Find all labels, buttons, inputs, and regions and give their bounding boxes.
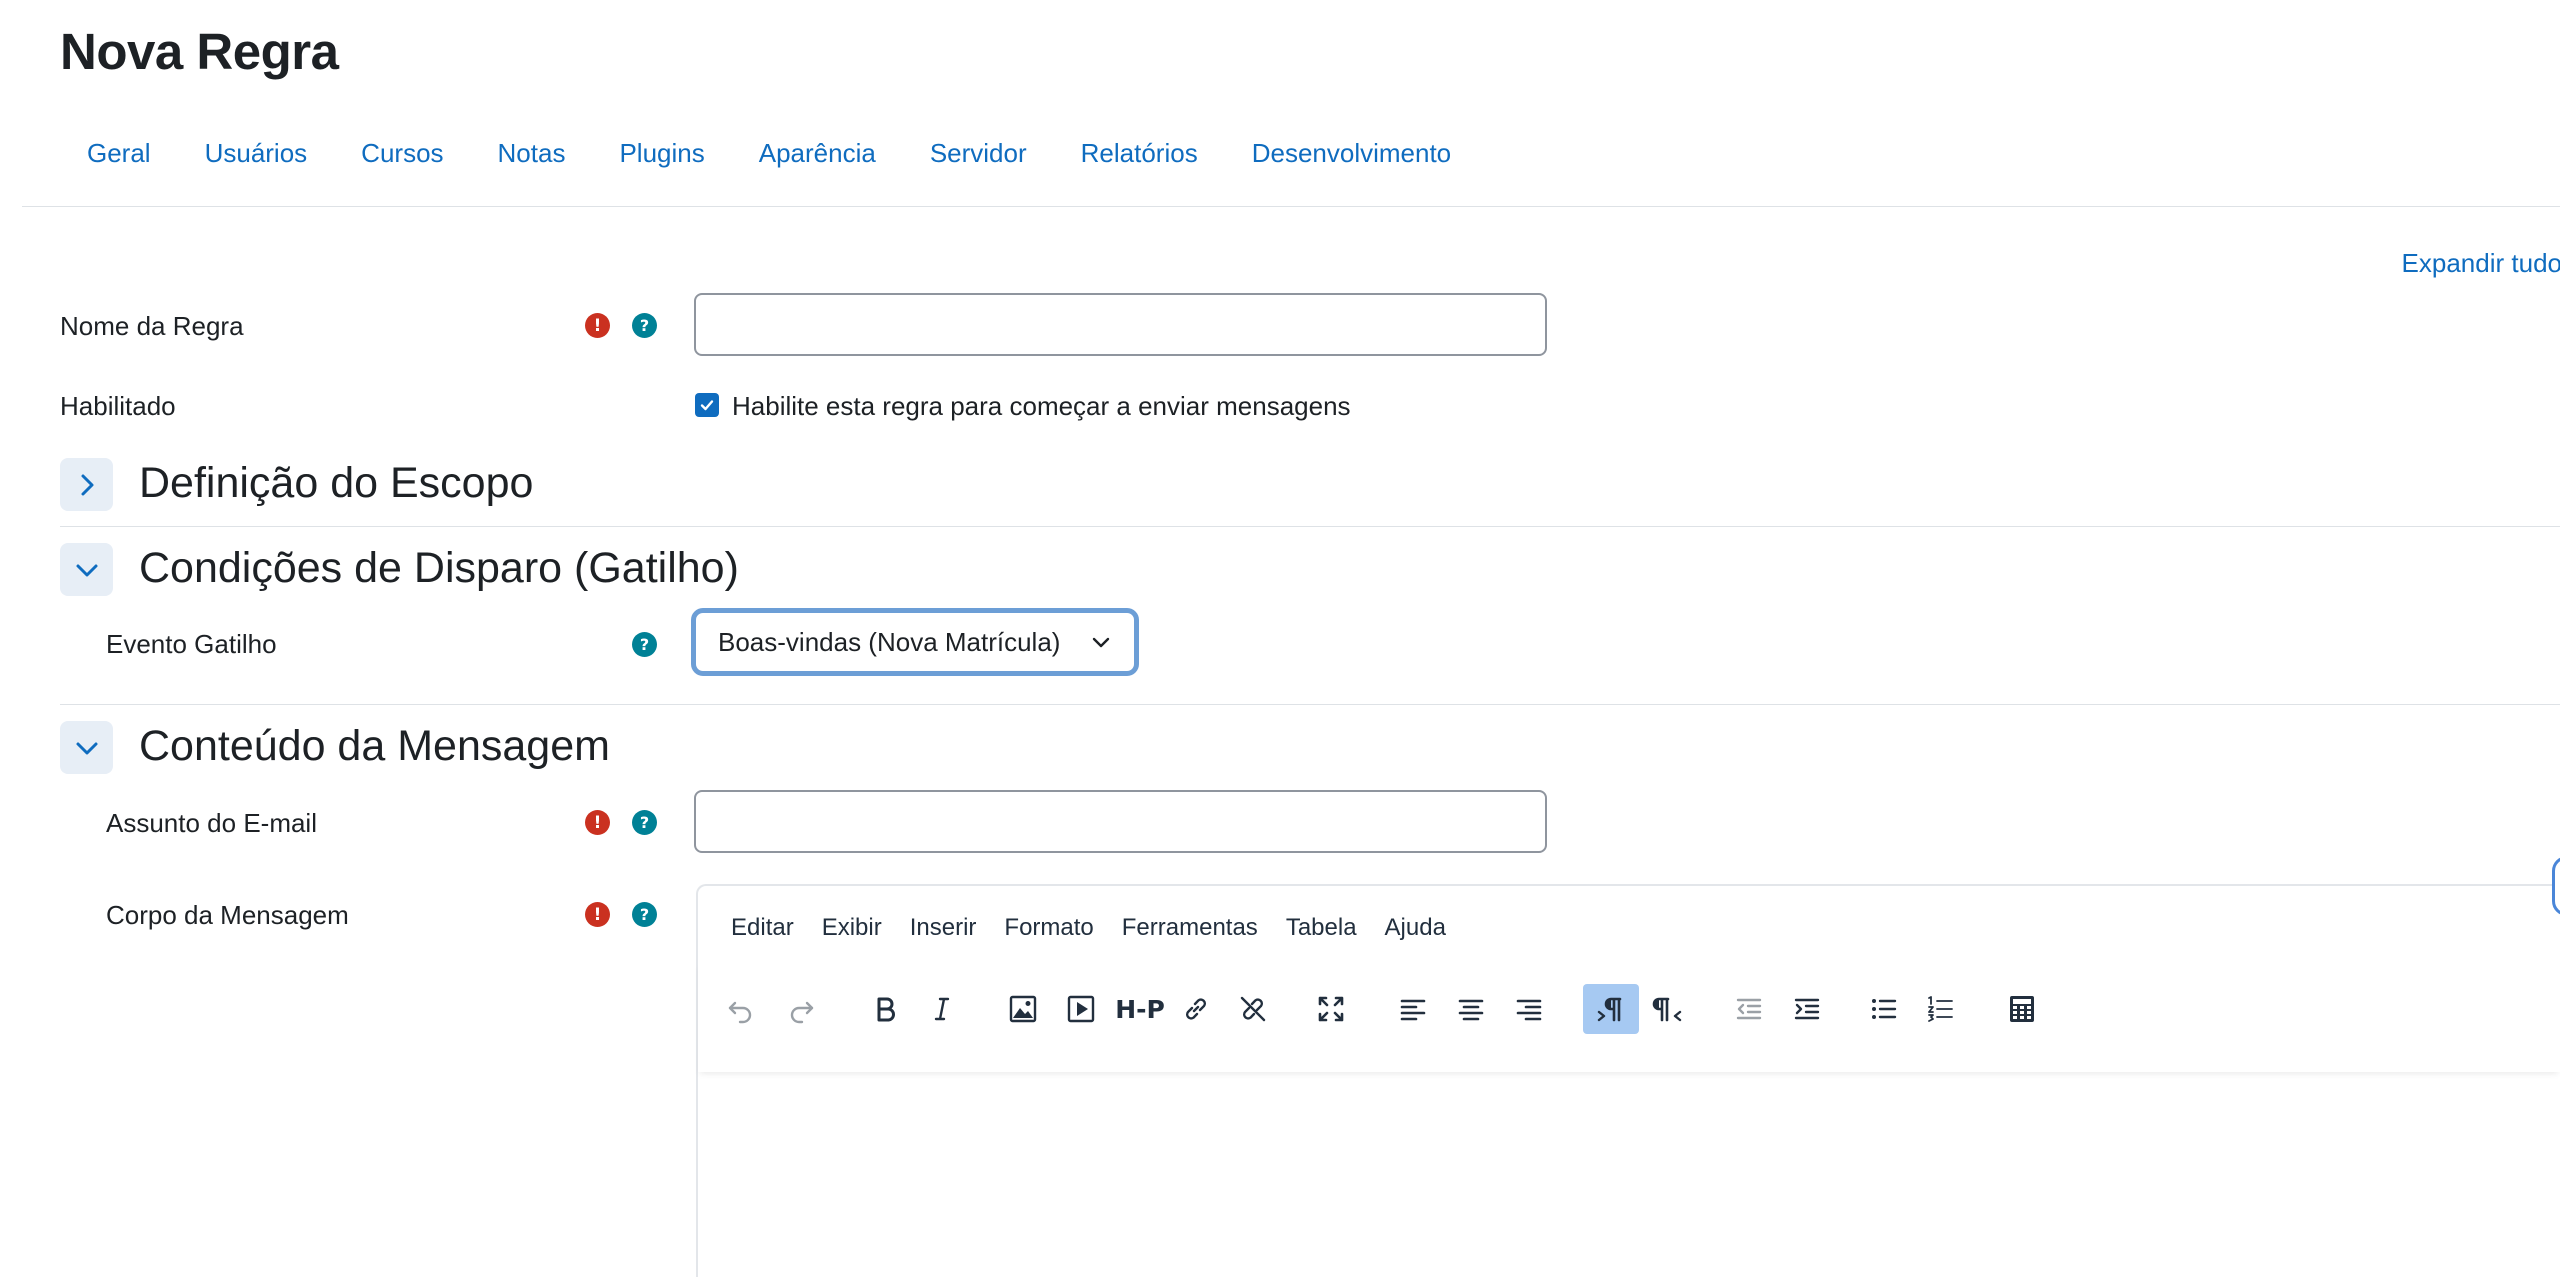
rtl-icon xyxy=(1652,997,1682,1022)
fullscreen-icon xyxy=(1318,996,1344,1022)
image-button[interactable] xyxy=(1002,986,1044,1032)
undo-icon xyxy=(728,1001,752,1024)
required-icon: ! xyxy=(585,902,610,927)
ltr-icon xyxy=(1597,997,1622,1022)
menu-ajuda[interactable]: Ajuda xyxy=(1371,914,1460,942)
trigger-event-select[interactable]: Boas-vindas (Nova Matrícula) xyxy=(691,608,1139,676)
menu-editar[interactable]: Editar xyxy=(698,914,808,942)
h5p-icon: H-P xyxy=(1115,994,1165,1024)
message-section-title[interactable]: Conteúdo da Mensagem xyxy=(139,722,610,771)
required-icon: ! xyxy=(585,313,610,338)
editor-toolbar: H-P xyxy=(698,962,2560,1072)
scope-section-title[interactable]: Definição do Escopo xyxy=(139,459,533,508)
editor-menubar: Editar Exibir Inserir Formato Ferramenta… xyxy=(698,914,1460,942)
ltr-button[interactable] xyxy=(1583,984,1639,1034)
menu-tabela[interactable]: Tabela xyxy=(1272,914,1371,942)
fullscreen-button[interactable] xyxy=(1310,986,1352,1032)
menu-inserir[interactable]: Inserir xyxy=(896,914,991,942)
trigger-section-title[interactable]: Condições de Disparo (Gatilho) xyxy=(139,544,739,593)
trigger-event-label: Evento Gatilho xyxy=(106,629,277,659)
tab-relatorios[interactable]: Relatórios xyxy=(1054,132,1225,180)
menu-formato[interactable]: Formato xyxy=(990,914,1107,942)
bullet-list-icon xyxy=(1872,999,1897,1019)
align-left-button[interactable] xyxy=(1392,986,1434,1032)
unlink-button[interactable] xyxy=(1232,986,1274,1032)
tab-servidor[interactable]: Servidor xyxy=(903,132,1054,180)
italic-icon xyxy=(934,997,950,1021)
nav-divider xyxy=(22,206,2560,207)
scope-section-toggle[interactable] xyxy=(60,458,113,511)
required-icon: ! xyxy=(585,810,610,835)
tab-desenvolvimento[interactable]: Desenvolvimento xyxy=(1225,132,1478,180)
indent-icon xyxy=(1794,998,1820,1020)
rule-name-label: Nome da Regra xyxy=(60,311,244,341)
tab-notas[interactable]: Notas xyxy=(471,132,593,180)
numbered-list-icon xyxy=(1928,996,1953,1022)
editor-content-area[interactable] xyxy=(698,1072,2560,1279)
admin-nav-tabs: Geral Usuários Cursos Notas Plugins Apar… xyxy=(60,132,1478,180)
help-icon[interactable]: ? xyxy=(632,313,657,338)
enabled-label: Habilitado xyxy=(60,391,176,421)
chevron-down-icon xyxy=(76,564,97,576)
section-divider xyxy=(60,704,2560,705)
numbered-list-button[interactable] xyxy=(1920,986,1962,1032)
align-center-button[interactable] xyxy=(1450,986,1492,1032)
message-section-toggle[interactable] xyxy=(60,721,113,774)
trigger-event-value: Boas-vindas (Nova Matrícula) xyxy=(718,626,1061,657)
unlink-icon xyxy=(1240,996,1266,1022)
indent-button[interactable] xyxy=(1786,986,1828,1032)
tab-geral[interactable]: Geral xyxy=(60,132,178,180)
subject-input[interactable] xyxy=(694,790,1547,853)
calculator-icon xyxy=(2010,996,2034,1022)
menu-exibir[interactable]: Exibir xyxy=(808,914,896,942)
italic-button[interactable] xyxy=(921,986,963,1032)
outdent-icon xyxy=(1736,998,1762,1020)
redo-button[interactable] xyxy=(780,986,822,1032)
bold-button[interactable] xyxy=(864,986,906,1032)
tab-plugins[interactable]: Plugins xyxy=(592,132,731,180)
align-right-button[interactable] xyxy=(1508,986,1550,1032)
tab-cursos[interactable]: Cursos xyxy=(334,132,470,180)
help-icon[interactable]: ? xyxy=(632,810,657,835)
image-icon xyxy=(1009,995,1037,1023)
check-icon xyxy=(700,400,714,411)
bold-icon xyxy=(877,997,895,1022)
undo-button[interactable] xyxy=(720,986,762,1032)
redo-icon xyxy=(790,1001,814,1024)
media-button[interactable] xyxy=(1060,986,1102,1032)
media-icon xyxy=(1067,995,1095,1023)
tab-aparencia[interactable]: Aparência xyxy=(732,132,903,180)
page-title: Nova Regra xyxy=(60,23,339,80)
link-icon xyxy=(1186,998,1206,1020)
enabled-checkbox[interactable] xyxy=(695,393,719,417)
rule-name-input[interactable] xyxy=(694,293,1547,356)
chevron-down-icon xyxy=(76,742,97,754)
subject-label: Assunto do E-mail xyxy=(106,808,317,838)
enabled-checkbox-label: Habilite esta regra para começar a envia… xyxy=(732,391,1351,421)
rtl-button[interactable] xyxy=(1647,986,1689,1032)
floating-action-button[interactable] xyxy=(2552,856,2560,916)
chevron-right-icon xyxy=(81,474,93,495)
body-label: Corpo da Mensagem xyxy=(106,900,349,930)
chevron-down-icon xyxy=(1092,637,1110,648)
bullet-list-button[interactable] xyxy=(1863,986,1905,1032)
align-center-icon xyxy=(1458,999,1484,1021)
message-body-editor: Editar Exibir Inserir Formato Ferramenta… xyxy=(696,884,2560,1277)
menu-ferramentas[interactable]: Ferramentas xyxy=(1108,914,1272,942)
align-right-icon xyxy=(1516,999,1542,1021)
link-button[interactable] xyxy=(1175,986,1217,1032)
section-divider xyxy=(60,526,2560,527)
align-left-icon xyxy=(1400,999,1426,1021)
calculator-button[interactable] xyxy=(2001,986,2043,1032)
outdent-button[interactable] xyxy=(1728,986,1770,1032)
trigger-section-toggle[interactable] xyxy=(60,543,113,596)
h5p-button[interactable]: H-P xyxy=(1114,986,1166,1032)
expand-all-link[interactable]: Expandir tudo xyxy=(2402,248,2560,279)
help-icon[interactable]: ? xyxy=(632,632,657,657)
help-icon[interactable]: ? xyxy=(632,902,657,927)
tab-usuarios[interactable]: Usuários xyxy=(178,132,335,180)
